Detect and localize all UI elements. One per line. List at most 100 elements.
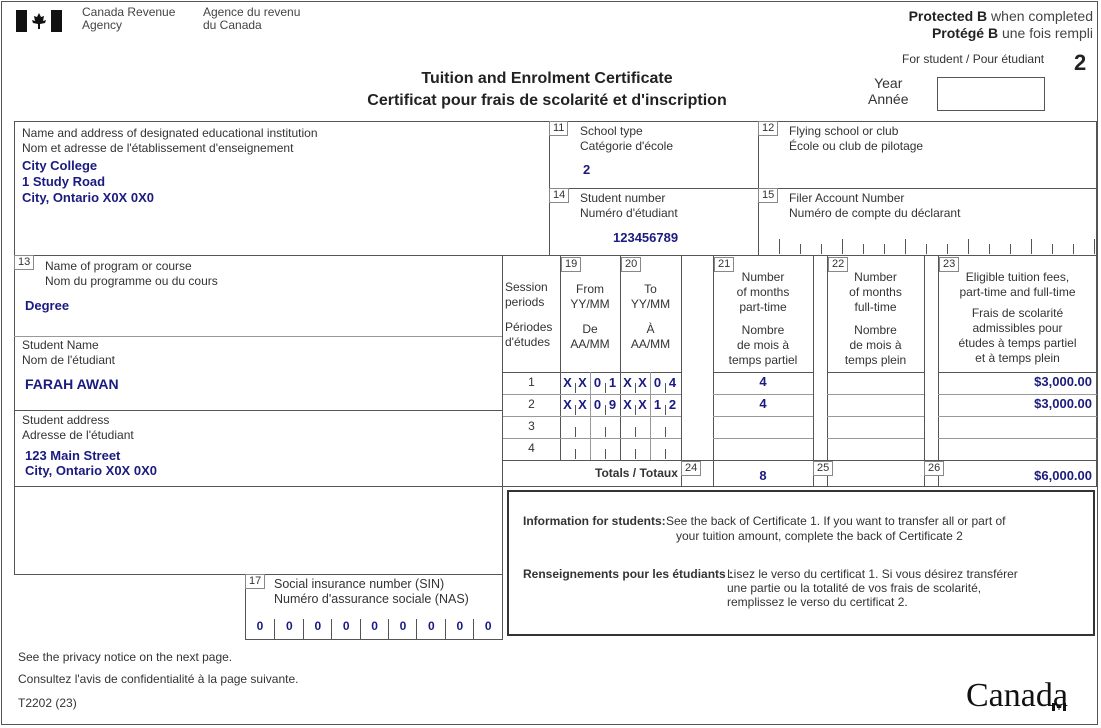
student-name-section[interactable]: Student Name Nom de l'étudiant FARAH AWA… [22,338,119,392]
digit-tick [989,244,990,254]
header-line-fr: temps partiel [728,353,798,367]
student-address-section[interactable]: Student address Adresse de l'étudiant 12… [22,413,157,478]
box-number: 14 [549,188,570,203]
box-number: 20 [621,257,642,272]
form-code: T2202 (23) [18,696,77,710]
date-digit[interactable]: 2 [665,397,680,412]
sin-digits: 000000000 [246,615,502,639]
institution-label-fr: Nom et adresse de l'établissement d'ense… [22,141,294,155]
protected-fr-bold: Protégé B [931,25,999,41]
privacy-notice-fr[interactable]: Consultez l'avis de confidentialité à la… [18,672,298,687]
box-15-filer-account[interactable]: 15 Filer Account Number Numéro de compte … [758,188,1097,255]
date-digit[interactable]: 9 [605,397,620,412]
info-for-students: Information for students: See the back o… [507,490,1095,636]
digit-tick [779,239,780,254]
info-en-label: Information for students: [523,514,666,528]
sin-digit[interactable]: 0 [331,619,360,639]
date-digit[interactable]: X [575,375,590,390]
table-column-line [924,256,925,487]
total-part-time[interactable]: 8 [713,468,813,483]
date-digit[interactable]: X [635,375,650,390]
info-en-line: See the back of Certificate 1. If you wa… [666,514,1006,528]
box-17-sin[interactable]: 17 Social insurance number (SIN) Numéro d… [245,574,503,640]
header-line-en: From [576,282,604,296]
session-periods-header: Session periods Périodes d'études [505,280,552,350]
part-time-months[interactable]: 4 [713,374,813,389]
year-label-en: Year [874,75,903,91]
date-digit[interactable]: X [560,397,575,412]
student-number-label-en: Student number [580,191,666,205]
sin-digit[interactable]: 0 [246,619,274,639]
box19-header: From YY/MM De AA/MM [560,282,620,352]
sin-label-en: Social insurance number (SIN) [274,577,445,591]
protected-notice: Protected B when completed Protégé B une… [909,8,1093,42]
sin-label-fr: Numéro d'assurance sociale (NAS) [274,592,469,606]
digit-tick [605,427,606,437]
digit-tick [1010,244,1011,254]
box-number: 15 [758,188,779,203]
date-digit[interactable]: 1 [605,375,620,390]
date-digit[interactable]: X [635,397,650,412]
date-digit[interactable]: 4 [665,375,680,390]
session-header-line: d'études [505,335,550,349]
student-address-label-fr: Adresse de l'étudiant [22,428,134,442]
total-fees[interactable]: $6,000.00 [938,468,1092,483]
privacy-notice-en[interactable]: See the privacy notice on the next page. [18,650,232,665]
title-fr: Certificat pour frais de scolarité et d'… [367,92,727,109]
box-number: 12 [758,121,779,136]
wordmark-flag-icon [1051,683,1066,711]
sin-digit[interactable]: 0 [416,619,445,639]
date-digit[interactable]: 0 [650,375,665,390]
header-line-fr: de mois à [849,338,902,352]
info-en-line: your tuition amount, complete the back o… [676,529,963,543]
box-13-program[interactable]: 13 Name of program or course Nom du progr… [14,255,502,332]
header-line-en: Number [741,270,785,284]
date-digit[interactable]: X [575,397,590,412]
digit-tick [947,244,948,254]
table-row-line [938,416,1097,417]
table-row-line [827,438,924,439]
eligible-fees[interactable]: $3,000.00 [938,396,1092,411]
year-label: Year Année [868,75,908,107]
digit-tick [605,449,606,459]
date-digit[interactable]: X [620,375,635,390]
header-line-fr: et à temps plein [975,351,1060,365]
sin-digit[interactable]: 0 [302,619,332,639]
date-digit[interactable]: 0 [590,375,605,390]
sin-digit[interactable]: 0 [388,619,417,639]
digit-tick [968,239,969,254]
t2202-form: Canada Revenue Agency Agence du revenu d… [1,1,1098,725]
date-digit[interactable]: 0 [590,397,605,412]
protected-en-rest: when completed [987,8,1093,24]
student-name-label-en: Student Name [22,338,99,352]
sin-digit[interactable]: 0 [359,619,389,639]
header-line-en: YY/MM [630,297,671,311]
eligible-fees[interactable]: $3,000.00 [938,374,1092,389]
box-11-school-type[interactable]: 11 School type Catégorie d'école 2 [549,121,758,188]
sin-digit[interactable]: 0 [274,619,303,639]
date-digit[interactable]: X [560,375,575,390]
year-label-fr: Année [868,91,909,107]
table-row-line [827,372,924,373]
agency-fr-line2: du Canada [203,18,262,32]
header-line-fr: De [582,322,598,336]
session-period-number: 4 [528,441,535,455]
box-12-flying-school[interactable]: 12 Flying school or club École ou club de… [758,121,1097,188]
date-digit[interactable]: 1 [650,397,665,412]
institution-value: City College 1 Study Road City, Ontario … [22,158,318,206]
flying-school-label-fr: École ou club de pilotage [789,139,924,153]
totals-label: Totals / Totaux [595,466,678,480]
filer-account-label-fr: Numéro de compte du déclarant [789,206,961,220]
sin-digit[interactable]: 0 [473,619,502,639]
box-number: 24 [681,461,702,476]
totals-line [503,460,1097,461]
box-14-student-number[interactable]: 14 Student number Numéro d'étudiant 12345… [549,188,758,255]
session-header-line: Session [505,280,548,294]
part-time-months[interactable]: 4 [713,396,813,411]
digit-tick [926,244,927,254]
header-line-en: of months [849,285,902,299]
sin-digit[interactable]: 0 [444,619,474,639]
year-field[interactable] [937,77,1045,111]
protected-en-bold: Protected B [908,8,988,24]
date-digit[interactable]: X [620,397,635,412]
